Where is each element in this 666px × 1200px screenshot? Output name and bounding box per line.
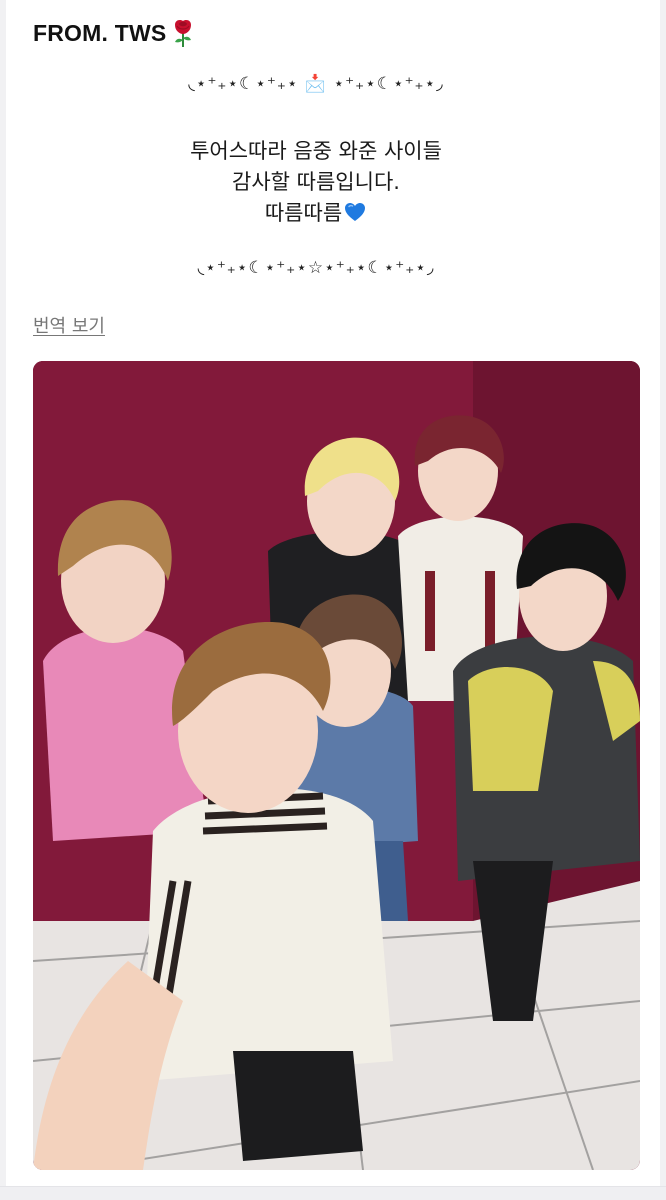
decoration-top: ◟⋆⁺₊⋆☾⋆⁺₊⋆ 📩 ⋆⁺₊⋆☾⋆⁺₊⋆◞ — [188, 74, 444, 94]
rose-icon — [170, 18, 196, 48]
post-screen: FROM. TWS ◟⋆⁺₊⋆☾⋆⁺₊⋆ 📩 ⋆⁺₊⋆☾⋆⁺₊⋆◞ 투어스따라 … — [0, 0, 666, 1200]
message-line: 투어스따라 음중 와준 사이들 — [190, 139, 442, 163]
right-edge — [660, 0, 666, 1200]
blue-heart-icon — [343, 200, 367, 224]
bottom-edge — [0, 1186, 666, 1200]
left-edge — [0, 0, 6, 1200]
message-line: 감사할 따름입니다. — [232, 170, 400, 194]
message-line-with-heart: 따름따름 — [20, 198, 612, 229]
post-header: FROM. TWS — [33, 16, 196, 50]
decoration-bottom: ◟⋆⁺₊⋆☾⋆⁺₊⋆☆⋆⁺₊⋆☾⋆⁺₊⋆◞ — [197, 258, 435, 278]
message-body: 투어스따라 음중 와준 사이들 감사할 따름입니다. 따름따름 — [20, 136, 612, 229]
translate-link[interactable]: 번역 보기 — [33, 312, 105, 338]
group-selfie-photo[interactable] — [33, 361, 640, 1170]
message-line: 따름따름 — [264, 201, 343, 225]
sender-name: FROM. TWS — [33, 19, 167, 46]
